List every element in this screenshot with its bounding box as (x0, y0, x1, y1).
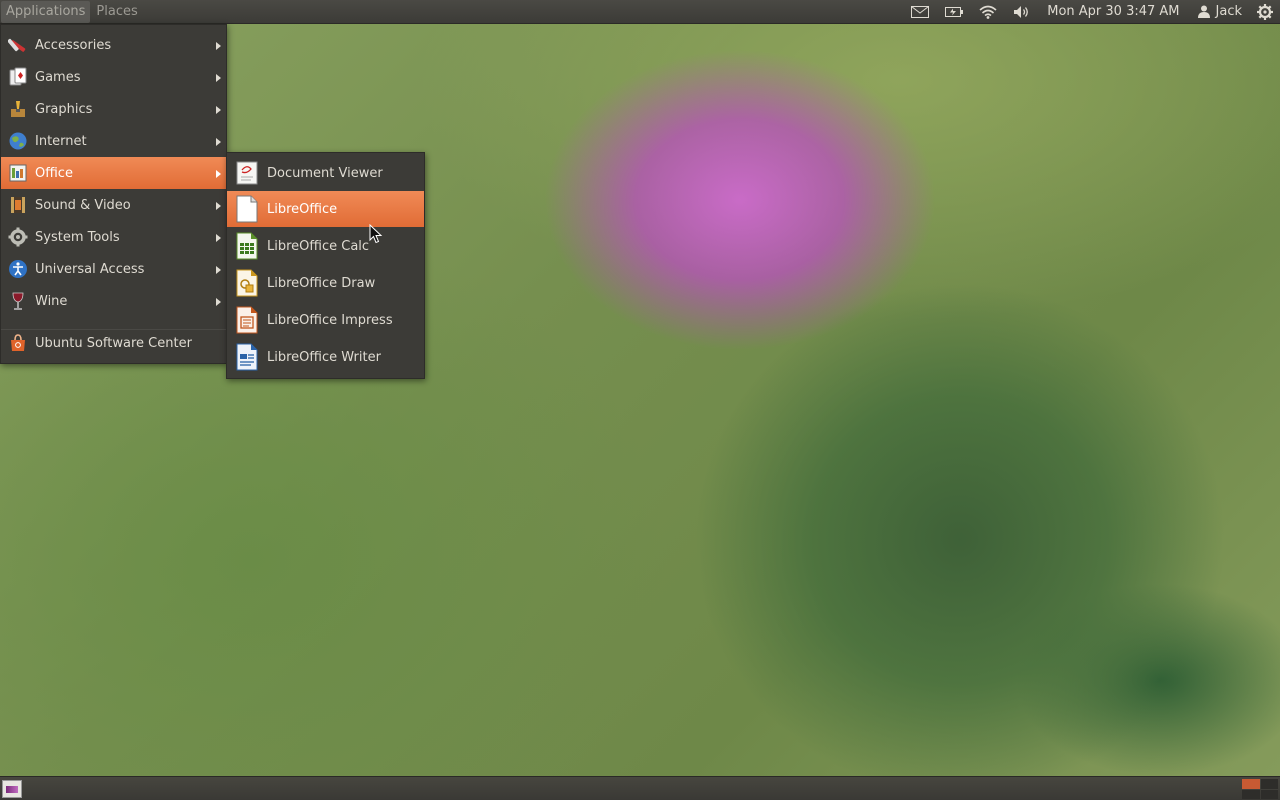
office-icon (7, 162, 29, 184)
libreoffice-writer-icon (233, 342, 261, 372)
menu-item-label: System Tools (35, 229, 120, 245)
volume-icon[interactable] (1005, 0, 1039, 24)
clock[interactable]: Mon Apr 30 3:47 AM (1039, 4, 1189, 19)
menu-item-label: Ubuntu Software Center (35, 335, 192, 351)
submenu-item-label: Document Viewer (267, 165, 383, 181)
submenu-item-label: LibreOffice Writer (267, 349, 381, 365)
menu-item-label: Graphics (35, 101, 93, 117)
games-icon (7, 66, 29, 88)
menu-item-label: Wine (35, 293, 68, 309)
menu-item-label: Games (35, 69, 81, 85)
bottom-panel (0, 776, 1280, 800)
gear-icon[interactable] (1250, 0, 1280, 24)
menu-item-label: Office (35, 165, 73, 181)
submenu-item-libreoffice-writer[interactable]: LibreOffice Writer (227, 339, 424, 375)
menu-item-label: Accessories (35, 37, 112, 53)
libreoffice-impress-icon (233, 305, 261, 335)
menu-item-graphics[interactable]: Graphics (1, 93, 226, 125)
libreoffice-draw-icon (233, 268, 261, 298)
menu-item-label: Universal Access (35, 261, 145, 277)
submenu-item-libreoffice[interactable]: LibreOffice (227, 191, 424, 227)
mouse-cursor-icon (369, 224, 383, 244)
top-panel: Applications Places Mon Apr 30 3:47 AM J… (0, 0, 1280, 24)
submenu-item-label: LibreOffice (267, 201, 338, 217)
submenu-item-label: LibreOffice Calc (267, 238, 370, 254)
applications-menu-button[interactable]: Applications (1, 0, 91, 23)
battery-icon[interactable] (937, 0, 971, 24)
internet-icon (7, 130, 29, 152)
applications-menu: Accessories Games Graphics Internet Offi… (0, 24, 227, 364)
menu-item-universal-access[interactable]: Universal Access (1, 253, 226, 285)
submenu-arrow-icon (216, 74, 221, 82)
submenu-item-libreoffice-draw[interactable]: LibreOffice Draw (227, 265, 424, 301)
office-submenu: Document Viewer LibreOffice LibreOffice … (226, 152, 425, 379)
submenu-item-document-viewer[interactable]: Document Viewer (227, 155, 424, 191)
document-viewer-icon (233, 158, 261, 188)
software-center-icon (7, 332, 29, 354)
universal-access-icon (7, 258, 29, 280)
menu-item-office[interactable]: Office (1, 157, 226, 189)
menu-item-internet[interactable]: Internet (1, 125, 226, 157)
submenu-item-libreoffice-impress[interactable]: LibreOffice Impress (227, 302, 424, 338)
workspace-1[interactable] (1242, 779, 1260, 789)
menu-item-ubuntu-software-center[interactable]: Ubuntu Software Center (1, 327, 226, 359)
workspace-2[interactable] (1260, 779, 1278, 789)
workspace-switcher[interactable] (1242, 779, 1278, 799)
submenu-arrow-icon (216, 106, 221, 114)
menu-item-games[interactable]: Games (1, 61, 226, 93)
submenu-item-label: LibreOffice Impress (267, 312, 393, 328)
graphics-icon (7, 98, 29, 120)
accessories-icon (7, 34, 29, 56)
submenu-arrow-icon (216, 266, 221, 274)
wine-icon (7, 290, 29, 312)
submenu-arrow-icon (216, 170, 221, 178)
submenu-item-label: LibreOffice Draw (267, 275, 376, 291)
system-tools-icon (7, 226, 29, 248)
submenu-item-libreoffice-calc[interactable]: LibreOffice Calc (227, 228, 424, 264)
submenu-arrow-icon (216, 202, 221, 210)
menu-item-label: Internet (35, 133, 87, 149)
user-name: Jack (1215, 4, 1242, 19)
submenu-arrow-icon (216, 234, 221, 242)
panel-indicators: Mon Apr 30 3:47 AM Jack (903, 0, 1280, 24)
menu-item-label: Sound & Video (35, 197, 131, 213)
workspace-3[interactable] (1242, 789, 1260, 799)
menu-item-sound-video[interactable]: Sound & Video (1, 189, 226, 221)
submenu-arrow-icon (216, 138, 221, 146)
workspace-4[interactable] (1260, 789, 1278, 799)
show-desktop-icon[interactable] (2, 780, 22, 798)
user-menu[interactable]: Jack (1190, 4, 1250, 19)
places-menu-button[interactable]: Places (91, 1, 142, 23)
menu-item-system-tools[interactable]: System Tools (1, 221, 226, 253)
submenu-arrow-icon (216, 42, 221, 50)
wifi-icon[interactable] (971, 0, 1005, 24)
user-icon (1197, 5, 1210, 18)
mail-icon[interactable] (903, 0, 937, 24)
libreoffice-icon (233, 194, 261, 224)
sound-video-icon (7, 194, 29, 216)
menu-item-wine[interactable]: Wine (1, 285, 226, 317)
libreoffice-calc-icon (233, 231, 261, 261)
menu-item-accessories[interactable]: Accessories (1, 29, 226, 61)
submenu-arrow-icon (216, 298, 221, 306)
